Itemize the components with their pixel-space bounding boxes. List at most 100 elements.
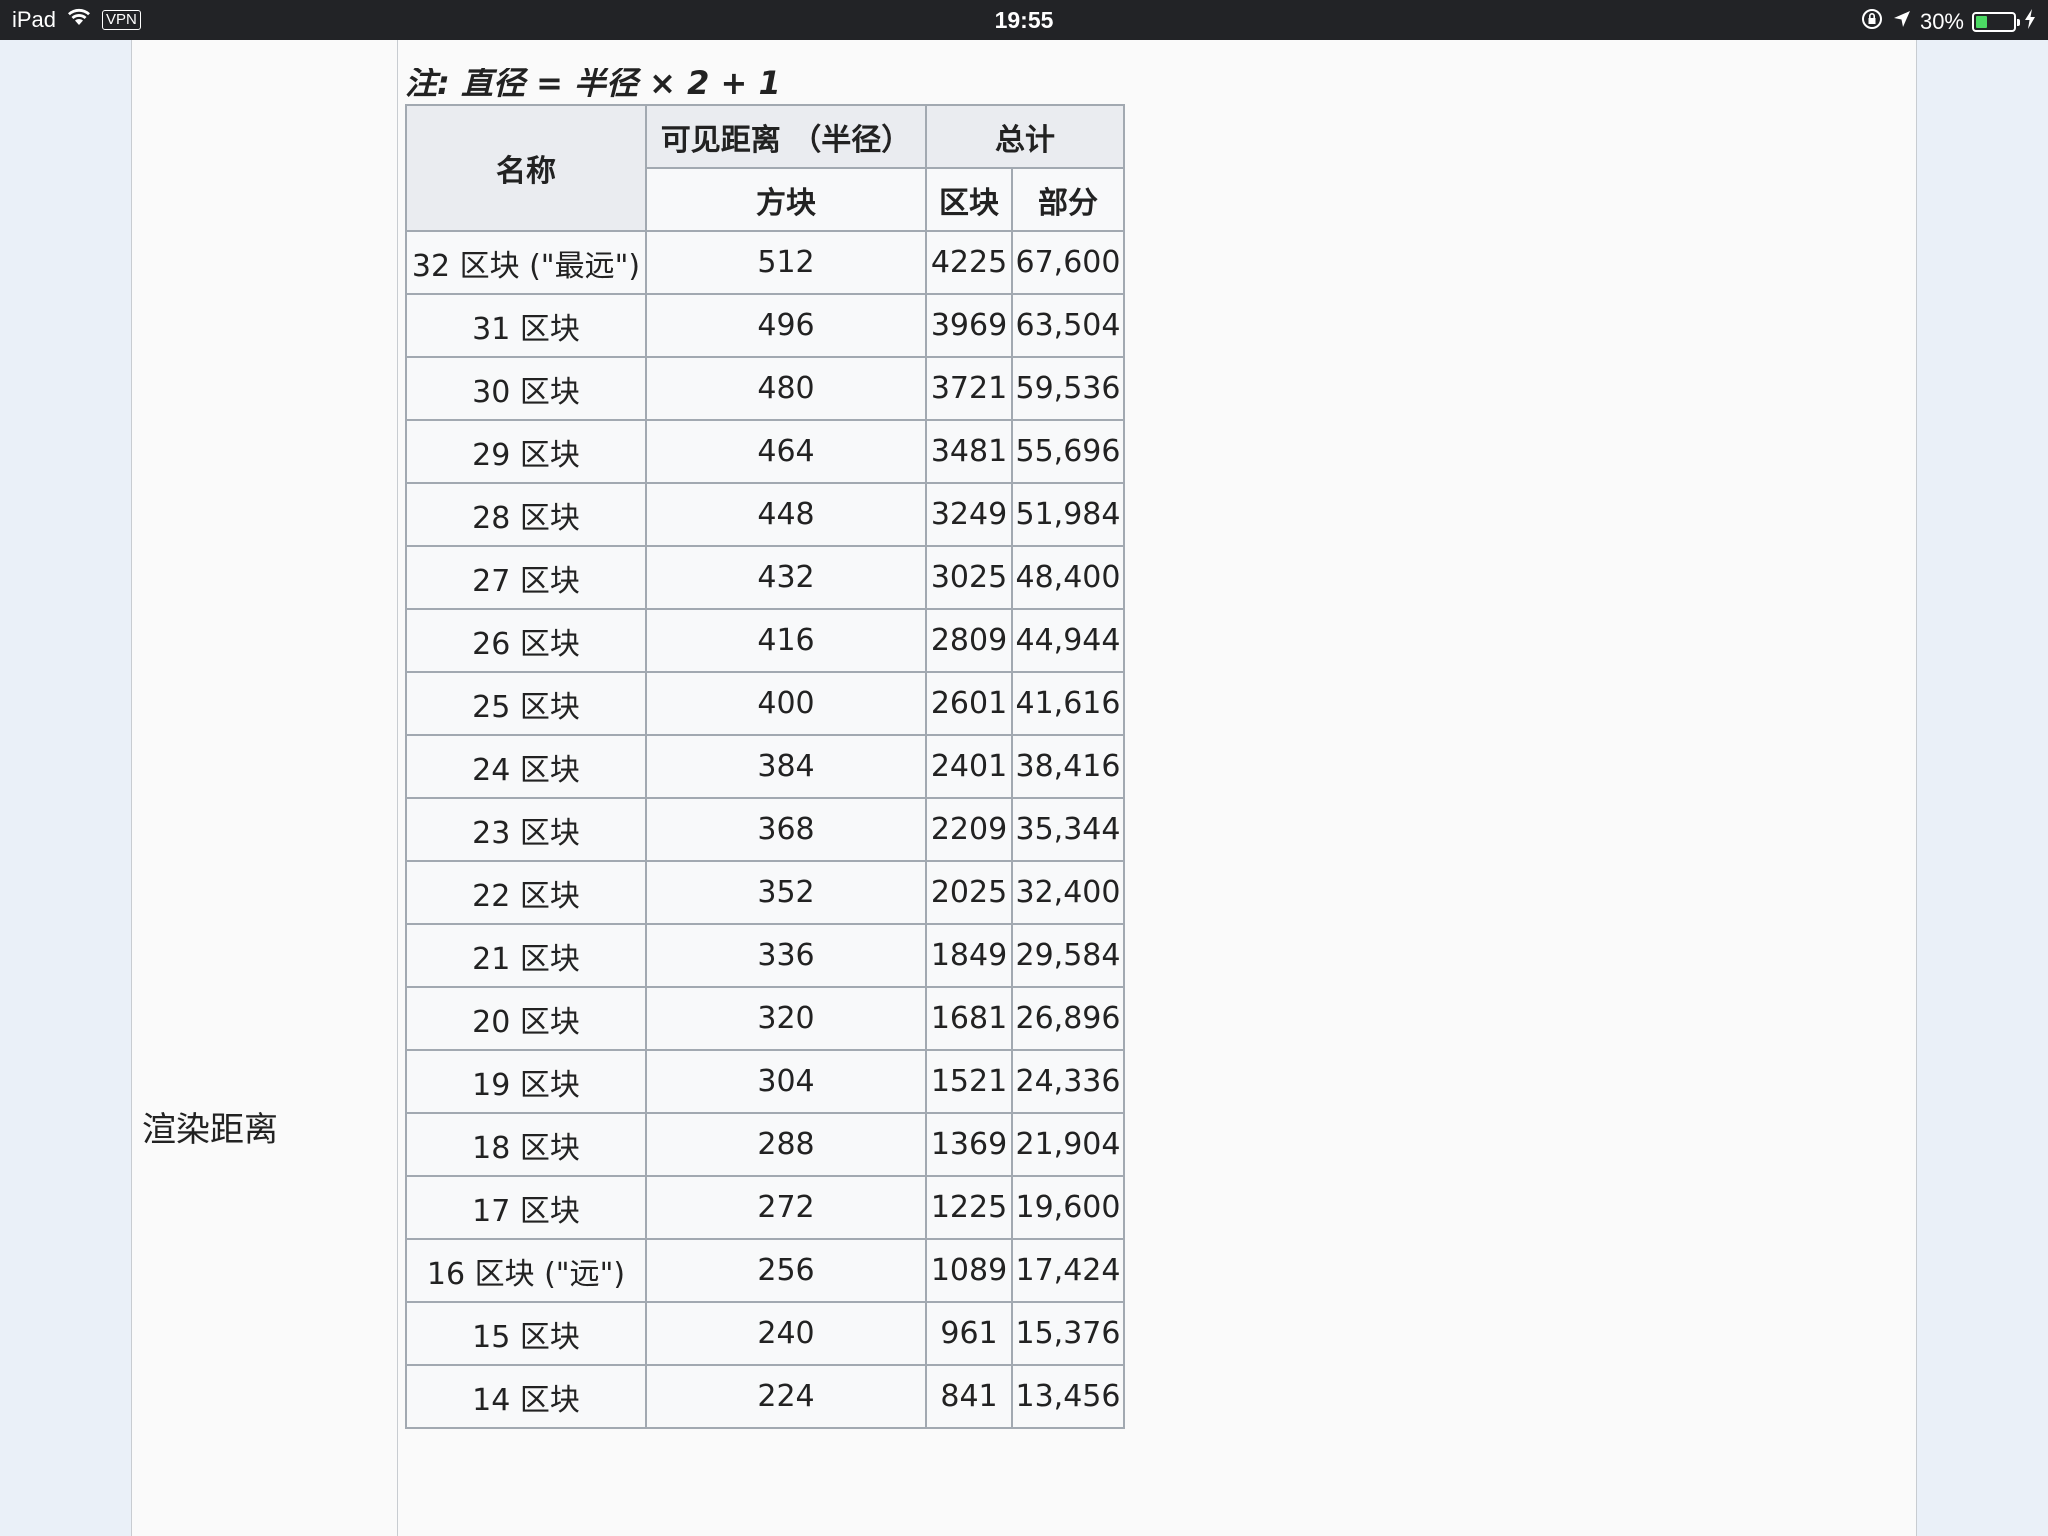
- cell-name: 30 区块: [405, 356, 647, 421]
- cell-name: 26 区块: [405, 608, 647, 673]
- table-row: 32 区块 ("最远") 512 4225 67,600: [405, 230, 1125, 295]
- cell-chunks: 841: [925, 1364, 1013, 1429]
- table-row: 28 区块 448 3249 51,984: [405, 482, 1125, 547]
- cell-name: 19 区块: [405, 1049, 647, 1114]
- cell-name: 21 区块: [405, 923, 647, 988]
- cell-name: 22 区块: [405, 860, 647, 925]
- cell-parts: 19,600: [1011, 1175, 1125, 1240]
- cell-blocks: 256: [645, 1238, 927, 1303]
- location-arrow-icon: [1892, 9, 1912, 35]
- cell-parts: 13,456: [1011, 1364, 1125, 1429]
- cell-blocks: 304: [645, 1049, 927, 1114]
- cell-parts: 35,344: [1011, 797, 1125, 862]
- cell-chunks: 3721: [925, 356, 1013, 421]
- cell-parts: 21,904: [1011, 1112, 1125, 1177]
- cell-name: 31 区块: [405, 293, 647, 358]
- cell-blocks: 288: [645, 1112, 927, 1177]
- cell-parts: 41,616: [1011, 671, 1125, 736]
- cell-blocks: 336: [645, 923, 927, 988]
- table-row: 31 区块 496 3969 63,504: [405, 293, 1125, 358]
- battery-icon: [1972, 12, 2020, 32]
- cell-blocks: 272: [645, 1175, 927, 1240]
- cell-chunks: 3969: [925, 293, 1013, 358]
- cell-parts: 55,696: [1011, 419, 1125, 484]
- cell-name: 27 区块: [405, 545, 647, 610]
- cell-blocks: 400: [645, 671, 927, 736]
- cell-chunks: 1521: [925, 1049, 1013, 1114]
- page-content: 渲染距离 注: 直径 = 半径 × 2 + 1 名称 可见距离 （半径） 总计 …: [131, 40, 1917, 1536]
- cell-name: 14 区块: [405, 1364, 647, 1429]
- cell-parts: 63,504: [1011, 293, 1125, 358]
- table-row: 24 区块 384 2401 38,416: [405, 734, 1125, 799]
- table-row: 14 区块 224 841 13,456: [405, 1364, 1125, 1429]
- cell-blocks: 512: [645, 230, 927, 295]
- table-row: 23 区块 368 2209 35,344: [405, 797, 1125, 862]
- table-row: 16 区块 ("远") 256 1089 17,424: [405, 1238, 1125, 1303]
- status-bar: iPad VPN 19:55 30%: [0, 0, 2048, 40]
- cell-parts: 15,376: [1011, 1301, 1125, 1366]
- cell-chunks: 1089: [925, 1238, 1013, 1303]
- cell-chunks: 961: [925, 1301, 1013, 1366]
- cell-chunks: 2025: [925, 860, 1013, 925]
- battery-percent: 30%: [1919, 9, 1964, 34]
- render-distance-table: 名称 可见距离 （半径） 总计 方块 区块 部分 32 区块 ("最远") 512…: [405, 104, 1125, 1429]
- battery-level: [1976, 16, 1987, 28]
- cell-name: 24 区块: [405, 734, 647, 799]
- charging-bolt-icon: [2024, 9, 2036, 35]
- cell-parts: 26,896: [1011, 986, 1125, 1051]
- header-total: 总计: [925, 104, 1125, 169]
- table-row: 21 区块 336 1849 29,584: [405, 923, 1125, 988]
- cell-chunks: 1849: [925, 923, 1013, 988]
- cell-parts: 48,400: [1011, 545, 1125, 610]
- cell-name: 29 区块: [405, 419, 647, 484]
- table-row: 18 区块 288 1369 21,904: [405, 1112, 1125, 1177]
- cell-parts: 59,536: [1011, 356, 1125, 421]
- cell-chunks: 3249: [925, 482, 1013, 547]
- cell-chunks: 2809: [925, 608, 1013, 673]
- cell-chunks: 2401: [925, 734, 1013, 799]
- cell-chunks: 4225: [925, 230, 1013, 295]
- cell-blocks: 224: [645, 1364, 927, 1429]
- row-label-cell: 渲染距离: [132, 40, 398, 1536]
- cell-blocks: 448: [645, 482, 927, 547]
- rotation-lock-icon: [1860, 7, 1884, 37]
- diameter-note: 注: 直径 = 半径 × 2 + 1: [405, 64, 781, 102]
- cell-parts: 24,336: [1011, 1049, 1125, 1114]
- cell-name: 23 区块: [405, 797, 647, 862]
- cell-name: 28 区块: [405, 482, 647, 547]
- table-row: 25 区块 400 2601 41,616: [405, 671, 1125, 736]
- cell-name: 25 区块: [405, 671, 647, 736]
- cell-chunks: 1225: [925, 1175, 1013, 1240]
- header-visible-distance: 可见距离 （半径）: [645, 104, 927, 169]
- table-body: 32 区块 ("最远") 512 4225 67,600 31 区块 496 3969 63,…: [405, 230, 1125, 1429]
- cell-blocks: 384: [645, 734, 927, 799]
- cell-parts: 67,600: [1011, 230, 1125, 295]
- cell-blocks: 320: [645, 986, 927, 1051]
- cell-chunks: 1369: [925, 1112, 1013, 1177]
- table-row: 19 区块 304 1521 24,336: [405, 1049, 1125, 1114]
- header-name: 名称: [405, 104, 647, 232]
- table-row: 17 区块 272 1225 19,600: [405, 1175, 1125, 1240]
- header-chunks: 区块: [925, 167, 1013, 232]
- cell-parts: 29,584: [1011, 923, 1125, 988]
- cell-name: 18 区块: [405, 1112, 647, 1177]
- table-row: 29 区块 464 3481 55,696: [405, 419, 1125, 484]
- cell-blocks: 496: [645, 293, 927, 358]
- row-label: 渲染距离: [142, 1110, 278, 1150]
- cell-chunks: 3481: [925, 419, 1013, 484]
- cell-name: 32 区块 ("最远"): [405, 230, 647, 295]
- cell-parts: 44,944: [1011, 608, 1125, 673]
- cell-parts: 51,984: [1011, 482, 1125, 547]
- cell-chunks: 3025: [925, 545, 1013, 610]
- cell-name: 20 区块: [405, 986, 647, 1051]
- cell-blocks: 368: [645, 797, 927, 862]
- cell-blocks: 416: [645, 608, 927, 673]
- table-row: 22 区块 352 2025 32,400: [405, 860, 1125, 925]
- cell-chunks: 2601: [925, 671, 1013, 736]
- cell-parts: 17,424: [1011, 1238, 1125, 1303]
- cell-parts: 32,400: [1011, 860, 1125, 925]
- cell-name: 15 区块: [405, 1301, 647, 1366]
- cell-blocks: 480: [645, 356, 927, 421]
- cell-name: 17 区块: [405, 1175, 647, 1240]
- table-row: 27 区块 432 3025 48,400: [405, 545, 1125, 610]
